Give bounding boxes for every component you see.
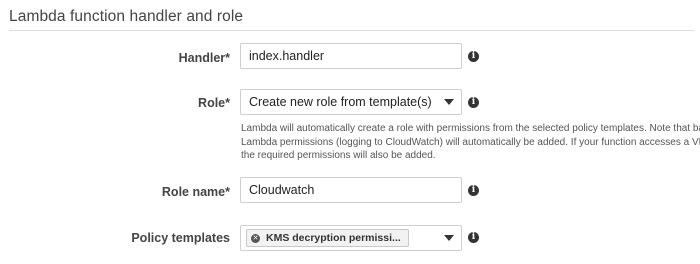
- role-help-text: Lambda will automatically create a role …: [241, 122, 700, 163]
- role-help-line: the required permissions will also be ad…: [241, 150, 436, 161]
- role-info-icon[interactable]: i: [468, 97, 479, 108]
- section-title: Lambda function handler and role: [9, 8, 244, 25]
- role-name-label: Role name*: [161, 185, 230, 199]
- role-name-input[interactable]: Cloudwatch: [240, 177, 462, 203]
- role-name-info-icon[interactable]: i: [468, 185, 479, 196]
- policy-templates-label: Policy templates: [131, 231, 230, 245]
- handler-label: Handler*: [178, 51, 230, 65]
- policy-templates-info-icon[interactable]: i: [468, 232, 479, 243]
- chevron-down-icon: [444, 235, 454, 241]
- role-select-value: Create new role from template(s): [249, 95, 432, 109]
- policy-templates-select[interactable]: ✕ KMS decryption permissi...: [240, 225, 462, 251]
- chevron-down-icon: [444, 99, 454, 105]
- handler-input[interactable]: index.handler: [240, 43, 462, 69]
- role-help-line: Lambda will automatically create a role …: [241, 123, 700, 134]
- role-label: Role*: [198, 96, 230, 110]
- policy-token-label: KMS decryption permissi...: [266, 232, 401, 244]
- role-help-line: Lambda permissions (logging to CloudWatc…: [241, 136, 700, 148]
- section-divider: [9, 30, 694, 31]
- policy-token[interactable]: ✕ KMS decryption permissi...: [246, 229, 409, 247]
- handler-info-icon[interactable]: i: [468, 51, 479, 62]
- role-select[interactable]: Create new role from template(s): [240, 89, 462, 115]
- remove-token-icon[interactable]: ✕: [251, 233, 260, 243]
